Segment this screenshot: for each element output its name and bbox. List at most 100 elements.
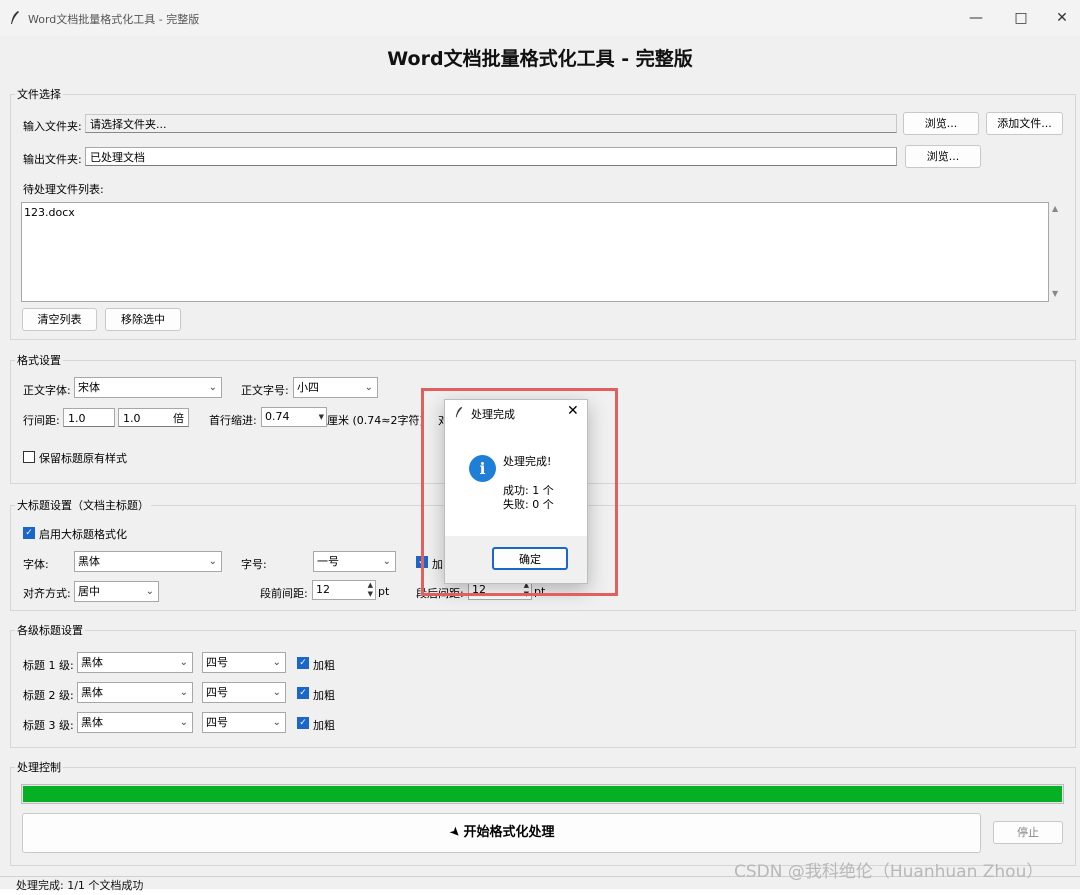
body-size-label: 正文字号:	[241, 384, 289, 397]
indent-value: 0.74	[265, 410, 290, 423]
heading-1-font-select[interactable]: 黑体 ⌄	[77, 652, 193, 673]
start-format-label: 开始格式化处理	[463, 825, 555, 840]
heading-3-bold-label: 加粗	[313, 719, 335, 732]
highlight-box	[421, 388, 618, 596]
chevron-down-icon: ⌄	[208, 382, 217, 393]
chevron-down-icon: ⌄	[364, 382, 373, 393]
body-font-value: 宋体	[78, 381, 100, 394]
chevron-down-icon: ⌄	[179, 657, 188, 668]
body-font-label: 正文字体:	[23, 384, 71, 397]
heading-2-font-select[interactable]: 黑体 ⌄	[77, 682, 193, 703]
line-spacing-unit: 倍	[173, 412, 184, 425]
heading-2-size-select[interactable]: 四号 ⌄	[202, 682, 286, 703]
input-folder-label: 输入文件夹:	[23, 120, 82, 133]
window-title: Word文档批量格式化工具 - 完整版	[28, 13, 200, 26]
heading-3-font-value: 黑体	[81, 716, 103, 729]
stop-button[interactable]: 停止	[993, 821, 1063, 844]
heading-2-bold-label: 加粗	[313, 689, 335, 702]
enable-main-title-checkbox[interactable]: ✓	[23, 527, 35, 539]
list-scrollbar[interactable]: ▲ ▼	[1049, 202, 1063, 300]
line-spacing-field[interactable]: 1.0	[63, 408, 115, 427]
list-item[interactable]: 123.docx	[24, 206, 75, 219]
heading-1-bold-checkbox[interactable]: ✓	[297, 657, 309, 669]
feather-icon	[11, 11, 19, 24]
keep-heading-checkbox[interactable]	[23, 451, 35, 463]
app-heading: Word文档批量格式化工具 - 完整版	[387, 48, 693, 70]
input-folder-field[interactable]: 请选择文件夹...	[85, 114, 897, 133]
pending-files-label: 待处理文件列表:	[23, 183, 104, 196]
progress-fill	[23, 786, 1062, 802]
chevron-down-icon: ⌄	[272, 657, 281, 668]
maximize-icon[interactable]: □	[1011, 8, 1031, 28]
title-size-select[interactable]: 一号 ⌄	[313, 551, 396, 572]
title-font-value: 黑体	[78, 555, 100, 568]
line-spacing-label: 行间距:	[23, 414, 60, 427]
space-before-unit: pt	[378, 585, 390, 598]
start-format-button[interactable]: ➤开始格式化处理	[22, 813, 981, 853]
heading-1-bold-label: 加粗	[313, 659, 335, 672]
heading-1-font-value: 黑体	[81, 656, 103, 669]
title-align-value: 居中	[78, 585, 100, 598]
heading-3-size-value: 四号	[206, 716, 228, 729]
remove-selected-button[interactable]: 移除选中	[105, 308, 181, 331]
file-select-group-label: 文件选择	[15, 86, 63, 102]
chevron-down-icon: ⌄	[272, 717, 281, 728]
heading-1-size-value: 四号	[206, 656, 228, 669]
title-align-label: 对齐方式:	[23, 587, 71, 600]
watermark: CSDN @我科绝伦（Huanhuan Zhou）	[734, 862, 1044, 882]
chevron-down-icon: ⌄	[208, 556, 217, 567]
title-align-select[interactable]: 居中 ⌄	[74, 581, 159, 602]
spin-arrows-icon[interactable]: ▲ ▼	[368, 581, 373, 599]
chevron-down-icon: ⌄	[382, 556, 391, 567]
chevron-down-icon: ⌄	[145, 586, 154, 597]
title-size-label: 字号:	[241, 558, 267, 571]
chevron-down-icon: ⌄	[179, 687, 188, 698]
input-browse-button[interactable]: 浏览...	[903, 112, 979, 135]
chevron-down-icon: ⌄	[272, 687, 281, 698]
heading-3-label: 标题 3 级:	[23, 719, 74, 732]
heading-2-bold-checkbox[interactable]: ✓	[297, 687, 309, 699]
indent-label: 首行缩进:	[209, 414, 257, 427]
body-size-select[interactable]: 小四 ⌄	[293, 377, 378, 398]
heading-1-size-select[interactable]: 四号 ⌄	[202, 652, 286, 673]
space-before-value: 12	[316, 583, 330, 596]
add-files-button[interactable]: 添加文件...	[986, 112, 1063, 135]
scroll-up-icon[interactable]: ▲	[1052, 204, 1058, 213]
status-text: 处理完成: 1/1 个文档成功	[16, 879, 144, 892]
progress-bar	[21, 784, 1064, 804]
headings-group-label: 各级标题设置	[15, 622, 85, 638]
keep-heading-label: 保留标题原有样式	[39, 452, 127, 465]
main-title-group-label: 大标题设置（文档主标题）	[15, 497, 151, 513]
chevron-down-icon: ⌄	[179, 717, 188, 728]
space-before-spinbox[interactable]: 12 ▲ ▼	[312, 580, 376, 600]
enable-main-title-label: 启用大标题格式化	[39, 528, 127, 541]
spin-down-icon[interactable]: ▼	[319, 413, 324, 422]
scroll-down-icon[interactable]: ▼	[1052, 289, 1058, 298]
title-bar: Word文档批量格式化工具 - 完整版 — □ ✕	[0, 0, 1080, 36]
output-folder-field[interactable]: 已处理文档	[85, 147, 897, 166]
clear-list-button[interactable]: 清空列表	[22, 308, 97, 331]
indent-unit: 厘米 (0.74≈2字符)	[327, 414, 424, 427]
line-spacing-multiple-field[interactable]: 1.0 倍	[118, 408, 189, 427]
heading-2-label: 标题 2 级:	[23, 689, 74, 702]
space-before-label: 段前间距:	[260, 587, 308, 600]
close-icon[interactable]: ✕	[1052, 8, 1072, 28]
heading-2-size-value: 四号	[206, 686, 228, 699]
format-settings-group-label: 格式设置	[15, 352, 63, 368]
heading-3-size-select[interactable]: 四号 ⌄	[202, 712, 286, 733]
output-folder-label: 输出文件夹:	[23, 153, 82, 166]
minimize-icon[interactable]: —	[966, 8, 986, 28]
control-group-label: 处理控制	[15, 759, 63, 775]
heading-1-label: 标题 1 级:	[23, 659, 74, 672]
title-font-select[interactable]: 黑体 ⌄	[74, 551, 222, 572]
body-size-value: 小四	[297, 381, 319, 394]
body-font-select[interactable]: 宋体 ⌄	[74, 377, 222, 398]
heading-3-bold-checkbox[interactable]: ✓	[297, 717, 309, 729]
title-font-label: 字体:	[23, 558, 49, 571]
file-listbox[interactable]: 123.docx	[21, 202, 1049, 302]
output-browse-button[interactable]: 浏览...	[905, 145, 981, 168]
indent-spinbox[interactable]: 0.74 ▼	[261, 407, 327, 427]
title-size-value: 一号	[317, 555, 339, 568]
heading-3-font-select[interactable]: 黑体 ⌄	[77, 712, 193, 733]
line-spacing-multiple-value: 1.0	[123, 412, 141, 425]
